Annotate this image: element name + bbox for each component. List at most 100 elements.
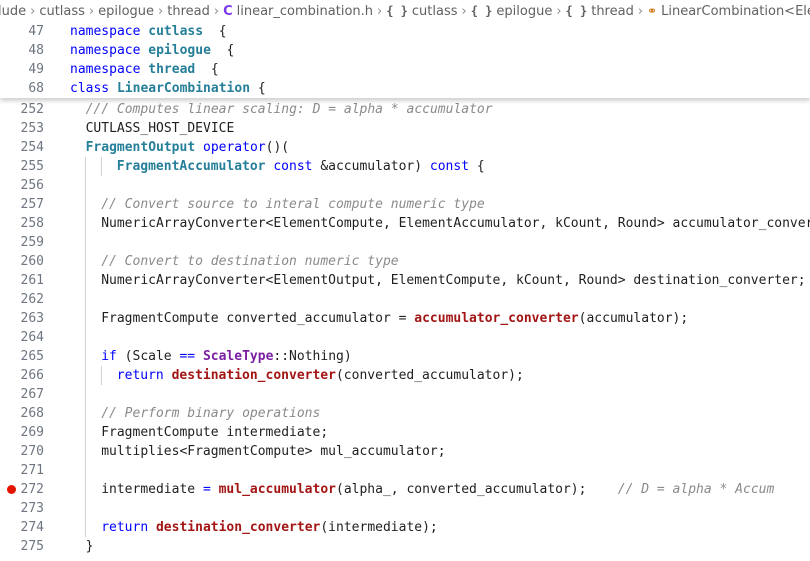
indent-guide <box>85 385 87 404</box>
breadcrumb-item[interactable]: { } epilogue <box>471 4 553 19</box>
indent-guide <box>85 328 87 347</box>
code-token: multiplies<FragmentCompute> mul_accumula… <box>101 444 446 459</box>
code-token: LinearCombination <box>116 81 251 96</box>
code-line[interactable]: 266 return destination_converter(converte… <box>0 366 810 385</box>
line-number: 273 <box>20 501 44 516</box>
chevron-right-icon: › <box>30 3 36 19</box>
code-line[interactable]: 274 return destination_converter(intermed… <box>0 518 810 537</box>
code-token: namespace <box>70 24 149 39</box>
code-line[interactable]: 272 intermediate = mul_accumulator(alpha_… <box>0 480 810 499</box>
code-text: intermediate = mul_accumulator(alpha_, c… <box>101 480 774 499</box>
indent-guide <box>85 442 87 461</box>
line-number: 274 <box>20 520 44 535</box>
code-token: class <box>70 81 117 96</box>
code-line[interactable]: 254 FragmentOutput operator()( <box>0 138 810 157</box>
code-token: (Scale <box>124 349 180 364</box>
code-line[interactable]: 260 // Convert to destination numeric typ… <box>0 252 810 271</box>
line-number: 48 <box>28 43 44 58</box>
code-line[interactable]: 256 <box>0 176 810 195</box>
code-token: FragmentCompute converted_accumulator = <box>101 311 415 326</box>
code-line[interactable]: 271 <box>0 461 810 480</box>
code-text: } <box>86 537 94 556</box>
breadcrumb-item[interactable]: thread <box>167 4 210 19</box>
code-token: thread <box>148 62 196 77</box>
code-line[interactable]: 257 // Convert source to interal compute … <box>0 195 810 214</box>
breadcrumb-label: cutlass <box>39 3 85 19</box>
code-line[interactable]: 261 NumericArrayConverter<ElementOutput, … <box>0 271 810 290</box>
code-line[interactable]: 252 /// Computes linear scaling: D = alph… <box>0 100 810 119</box>
indent-guide <box>85 499 87 518</box>
code-line[interactable]: 264 <box>0 328 810 347</box>
sticky-line[interactable]: 68 class LinearCombination { <box>0 79 810 98</box>
code-line[interactable]: 265 if (Scale == ScaleType::Nothing) <box>0 347 810 366</box>
breadcrumb-item[interactable]: epilogue <box>98 4 154 19</box>
code-token: return <box>101 520 156 535</box>
breadcrumb-item[interactable]: cutlass <box>39 3 85 19</box>
breadcrumb-item[interactable]: { } cutlass <box>386 4 457 19</box>
code-token: ()( <box>265 140 290 155</box>
code-token: cutlass <box>148 24 204 39</box>
code-text: CUTLASS_HOST_DEVICE <box>86 119 235 138</box>
code-text: return destination_converter(intermediat… <box>101 518 438 537</box>
code-line[interactable]: 275} <box>0 537 810 556</box>
line-number: 266 <box>20 368 44 383</box>
code-line[interactable]: 263 FragmentCompute converted_accumulator… <box>0 309 810 328</box>
line-number: 252 <box>20 102 44 117</box>
code-token: &accumulator) <box>320 159 430 174</box>
code-line[interactable]: 267 <box>0 385 810 404</box>
code-token: // Convert to destination numeric type <box>101 254 399 269</box>
code-token: namespace <box>70 62 149 77</box>
breadcrumb-item[interactable]: { } thread <box>566 3 634 19</box>
code-line[interactable]: 259 <box>0 233 810 252</box>
code-text: multiplies<FragmentCompute> mul_accumula… <box>101 442 445 461</box>
code-editor[interactable]: 252 /// Computes linear scaling: D = alph… <box>0 100 810 556</box>
code-line[interactable]: 269 FragmentCompute intermediate; <box>0 423 810 442</box>
code-token: // Convert source to interal compute num… <box>101 197 485 212</box>
code-token: == <box>179 349 196 364</box>
line-number: 262 <box>20 292 44 307</box>
code-text: // Convert source to interal compute num… <box>101 195 485 214</box>
chevron-right-icon: › <box>637 3 644 19</box>
code-text: FragmentOutput operator()( <box>86 138 290 157</box>
code-text: if (Scale == ScaleType::Nothing) <box>101 347 352 366</box>
chevron-right-icon: › <box>461 3 467 19</box>
code-token: if <box>101 349 125 364</box>
code-token: ::Nothing) <box>273 349 352 364</box>
line-number: 49 <box>28 62 44 77</box>
code-token: return <box>116 368 172 383</box>
code-token: epilogue <box>148 43 211 58</box>
code-text: NumericArrayConverter<ElementCompute, El… <box>101 214 810 233</box>
code-token: (intermediate); <box>320 520 438 535</box>
breadcrumb-label: thread <box>591 3 634 19</box>
sticky-line[interactable]: 49 namespace thread { <box>0 60 810 79</box>
sticky-scroll-header: 47 namespace cutlass {48 namespace epilogu… <box>0 22 810 98</box>
breadcrumb-item[interactable]: ⚭LinearCombination<ElementOut <box>647 4 810 19</box>
sticky-line[interactable]: 47 namespace cutlass { <box>0 22 810 41</box>
code-line[interactable]: 253 CUTLASS_HOST_DEVICE <box>0 119 810 138</box>
code-line[interactable]: 258 NumericArrayConverter<ElementCompute,… <box>0 214 810 233</box>
code-text: // Perform binary operations <box>101 404 320 423</box>
code-token: const <box>273 159 321 174</box>
breadcrumb-item[interactable]: Clinear_combination.h <box>223 4 373 19</box>
code-line[interactable]: 270 multiplies<FragmentCompute> mul_accum… <box>0 442 810 461</box>
chevron-right-icon: › <box>158 3 164 19</box>
line-number: 253 <box>20 121 44 136</box>
code-line[interactable]: 273 <box>0 499 810 518</box>
code-token: operator <box>203 140 266 155</box>
indent-guide <box>85 347 87 366</box>
code-token: destination_converter <box>171 368 336 383</box>
code-text: namespace thread { <box>70 60 219 79</box>
indent-guide <box>85 214 87 233</box>
code-token: accumulator_converter <box>414 311 579 326</box>
line-number: 275 <box>20 539 44 554</box>
class-icon: ⚭ <box>647 4 658 18</box>
line-number: 264 <box>20 330 44 345</box>
chevron-right-icon: › <box>556 3 562 19</box>
code-line[interactable]: 255 FragmentAccumulator const &accumulato… <box>0 157 810 176</box>
breadcrumb-item[interactable]: lude <box>0 4 26 19</box>
sticky-line[interactable]: 48 namespace epilogue { <box>0 41 810 60</box>
code-line[interactable]: 262 <box>0 290 810 309</box>
code-line[interactable]: 268 // Perform binary operations <box>0 404 810 423</box>
indent-guide <box>100 157 102 176</box>
